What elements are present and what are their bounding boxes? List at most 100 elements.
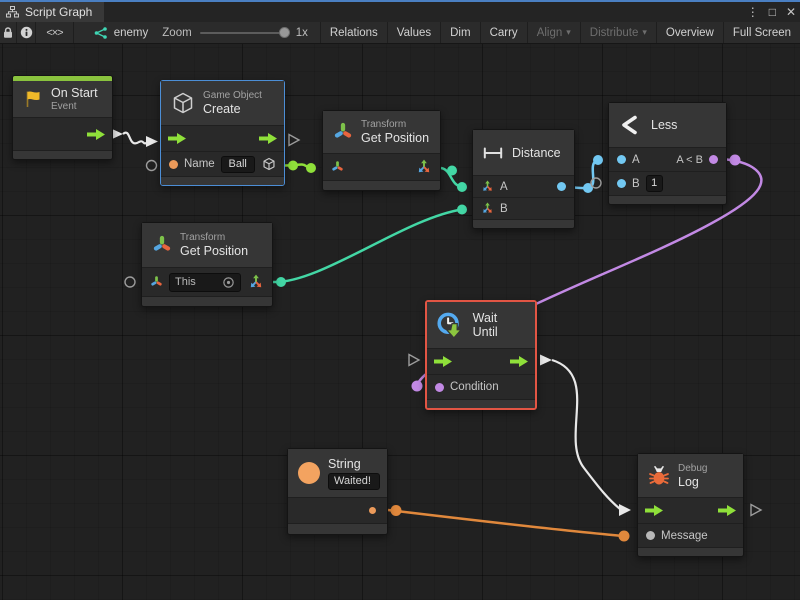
node-header[interactable]: Game Object Create [161,81,284,125]
object-picker-icon[interactable] [222,276,235,289]
flow-input-port[interactable] [645,505,663,516]
maximize-icon[interactable]: □ [769,5,776,19]
window-menu-icon[interactable]: ⋮ [747,5,759,19]
toolbar-button-fullscreen[interactable]: Full Screen [723,22,800,43]
node-title: Get Position [180,244,248,258]
node-title: Distance [512,146,561,160]
transform-input-port[interactable] [150,275,163,289]
node-on-start-event[interactable]: On Start Event [12,75,113,160]
flow-output-port[interactable] [87,129,105,140]
toolbar-button-values[interactable]: Values [387,22,440,43]
node-header[interactable]: Debug Log [638,454,743,497]
node-header[interactable]: Wait Until [427,302,535,348]
graph-icon [94,27,108,39]
input-port-b[interactable] [617,179,626,188]
node-header[interactable]: Distance [473,130,574,175]
flow-port-row [427,348,535,374]
unity-script-graph-window: Script Graph ⋮ □ ✕ <×> [0,0,800,600]
node-footer [161,176,284,185]
toolbar-button-overview[interactable]: Overview [656,22,723,43]
flow-port-row [638,497,743,523]
tab-title: Script Graph [25,5,92,19]
toolbar-button-dim[interactable]: Dim [440,22,479,43]
flow-output-port[interactable] [510,356,528,367]
port-row-b: B [473,197,574,219]
name-value-field[interactable]: Ball [221,156,255,173]
lock-icon [2,26,14,39]
port-row-a: A [473,175,574,197]
code-view-button[interactable]: <×> [36,22,74,43]
graph-name: enemy [114,27,149,39]
toolbar-button-align[interactable]: Align▾ [527,22,580,43]
graph-breadcrumb[interactable]: enemy [74,22,163,43]
button-label: Full Screen [733,27,791,39]
transform-input-port[interactable] [331,160,344,174]
zoom-slider-handle[interactable] [279,27,290,38]
node-header[interactable]: String Waited! [288,449,387,497]
node-header[interactable]: Transform Get Position [142,223,272,267]
tab-script-graph[interactable]: Script Graph [0,2,104,22]
string-input-port[interactable] [169,160,178,169]
button-label: Carry [490,27,518,39]
wait-clock-icon [437,312,464,339]
node-footer [609,195,726,204]
string-output-port[interactable] [369,507,376,514]
node-less[interactable]: Less A A < B B 1 [608,102,727,205]
condition-port-row: Condition [427,374,535,399]
b-value-field[interactable]: 1 [646,175,663,192]
window-controls: ⋮ □ ✕ [747,2,796,22]
zoom-control: Zoom 1x [162,22,316,43]
cube-icon [171,91,195,115]
target-field[interactable]: This [169,273,241,292]
node-debug-log[interactable]: Debug Log Message [637,453,744,557]
graph-toolbar: <×> enemy Zoom 1x Relations Values Dim [0,22,800,44]
string-value-field[interactable]: Waited! [328,473,380,490]
bug-icon [648,465,670,487]
node-string-literal[interactable]: String Waited! [287,448,388,535]
node-subtitle: Event [51,101,98,112]
close-icon[interactable]: ✕ [786,5,796,19]
graph-hierarchy-icon [6,6,19,18]
info-button[interactable] [17,22,36,43]
vector3-input-port[interactable] [481,202,494,215]
node-wait-until[interactable]: Wait Until Condition [425,300,537,410]
node-header[interactable]: Less [609,103,726,147]
float-output-port[interactable] [557,182,566,191]
port-label: A [632,154,640,166]
button-label: Dim [450,27,470,39]
toolbar-button-relations[interactable]: Relations [320,22,387,43]
toolbar-button-distribute[interactable]: Distribute▾ [580,22,656,43]
less-than-icon [619,114,641,136]
node-footer [142,296,272,306]
input-port-a[interactable] [617,155,626,164]
node-get-position-1[interactable]: Transform Get Position [322,110,441,191]
node-title: Wait Until [473,311,525,339]
node-header[interactable]: Transform Get Position [323,111,440,153]
node-title: Less [651,118,677,132]
node-header[interactable]: On Start Event [13,81,112,117]
toolbar-button-carry[interactable]: Carry [480,22,527,43]
node-distance[interactable]: Distance A B [472,129,575,229]
condition-input-port[interactable] [435,383,444,392]
node-title: String [328,457,380,471]
node-footer [288,523,387,534]
flow-input-port[interactable] [434,356,452,367]
lock-button[interactable] [0,22,17,43]
port-row [288,497,387,523]
button-label: Overview [666,27,714,39]
node-get-position-2[interactable]: Transform Get Position This [141,222,273,307]
vector3-output-port[interactable] [416,159,432,175]
vector3-output-port[interactable] [248,274,264,290]
message-input-port[interactable] [646,531,655,540]
zoom-slider[interactable] [200,32,288,34]
flow-output-port[interactable] [259,133,277,144]
node-footer [473,219,574,228]
node-gameobject-create[interactable]: Game Object Create Name Ball [160,80,285,186]
bool-output-port[interactable] [709,155,718,164]
titlebar: Script Graph ⋮ □ ✕ [0,2,800,22]
info-icon [20,26,33,39]
flow-input-port[interactable] [168,133,186,144]
gameobject-output-icon[interactable] [262,157,276,171]
flow-output-port[interactable] [718,505,736,516]
vector3-input-port[interactable] [481,180,494,193]
